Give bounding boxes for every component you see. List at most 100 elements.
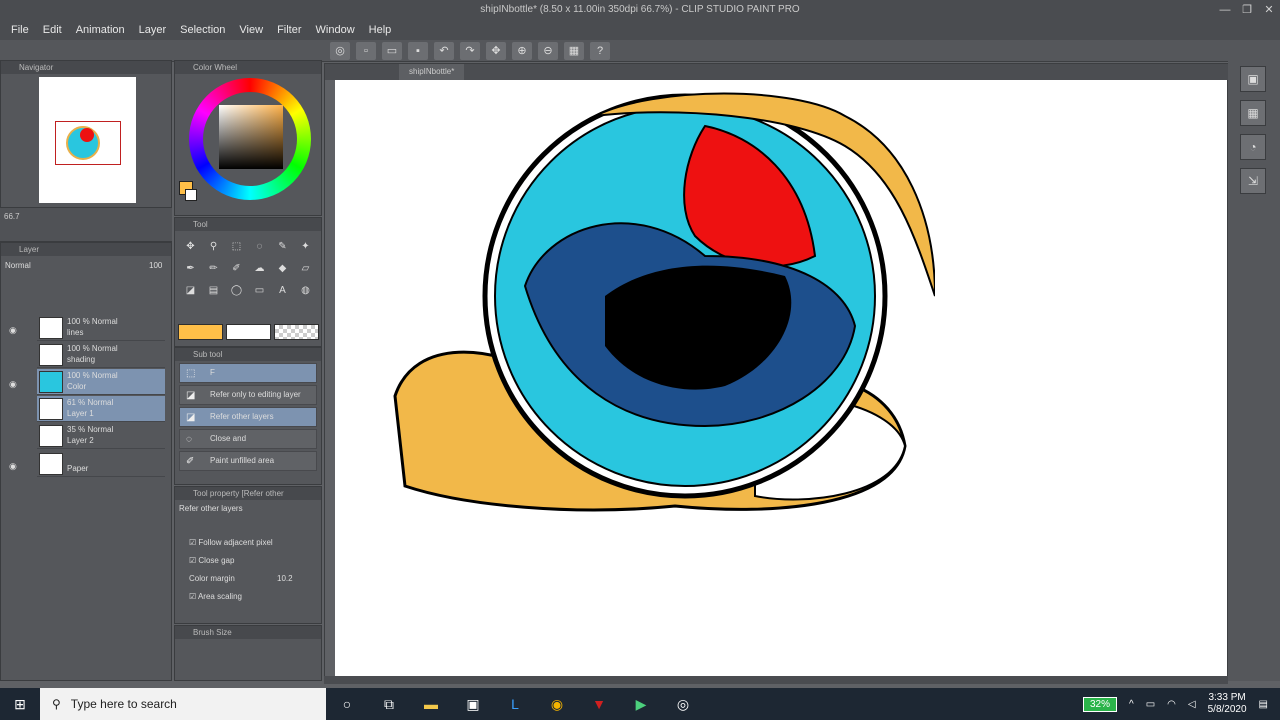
eyedropper-icon[interactable]: ✎ — [273, 238, 292, 256]
help-icon[interactable]: ? — [590, 42, 610, 60]
file-explorer-icon[interactable]: ▬ — [410, 688, 452, 720]
main-color-chip[interactable] — [178, 324, 223, 340]
menu-help[interactable]: Help — [362, 24, 399, 36]
subtool-item-close-and-fill[interactable]: ◌ Close and — [179, 429, 317, 449]
navigator-preview[interactable] — [39, 77, 136, 203]
close-button[interactable]: ✕ — [1258, 0, 1280, 20]
area-scaling-checkbox[interactable]: ☑ Area scaling — [175, 588, 321, 606]
figure-icon[interactable]: ◯ — [227, 282, 246, 300]
task-view-icon[interactable]: ⧉ — [368, 688, 410, 720]
chevron-up-icon[interactable]: ^ — [1129, 699, 1134, 710]
transform-icon[interactable]: ✥ — [486, 42, 506, 60]
minimize-button[interactable]: — — [1214, 0, 1236, 20]
grid-icon[interactable]: ▦ — [564, 42, 584, 60]
volume-icon[interactable]: ◁ — [1188, 699, 1196, 710]
tool-property-panel: Tool property [Refer other Refer other l… — [174, 486, 322, 624]
window-title: shipINbottle* (8.50 x 11.00in 350dpi 66.… — [480, 4, 800, 15]
lasso-icon[interactable]: ◌ — [250, 238, 269, 256]
menu-layer[interactable]: Layer — [132, 24, 174, 36]
layer-row-shading[interactable]: 100 % Normal shading — [37, 342, 165, 368]
layer-row-layer1[interactable]: 61 % Normal Layer 1 — [37, 396, 165, 422]
open-folder-icon[interactable]: ▭ — [382, 42, 402, 60]
menu-animation[interactable]: Animation — [69, 24, 132, 36]
layer-row-color[interactable]: 100 % Normal Color — [37, 369, 165, 395]
layer-row-paper[interactable]: Paper — [37, 451, 165, 477]
color-margin-slider[interactable]: Color margin 10.2 — [175, 570, 321, 588]
eraser-icon[interactable]: ▱ — [296, 260, 315, 278]
menu-filter[interactable]: Filter — [270, 24, 308, 36]
menu-window[interactable]: Window — [309, 24, 362, 36]
transparent-chip[interactable] — [274, 324, 319, 340]
canvas-tab[interactable]: shipINbottle* — [399, 64, 465, 80]
maximize-button[interactable]: ❐ — [1236, 0, 1258, 20]
cortana-icon[interactable]: ○ — [326, 688, 368, 720]
navigator-zoom-value: 66.7 — [4, 212, 20, 221]
menu-view[interactable]: View — [232, 24, 270, 36]
gradient-icon[interactable]: ▤ — [204, 282, 223, 300]
color-wheel-title: Color Wheel — [175, 61, 321, 74]
saturation-value-square[interactable] — [219, 105, 283, 169]
subtool-item-fill[interactable]: ⬚ F — [179, 363, 317, 383]
airbrush-icon[interactable]: ☁ — [250, 260, 269, 278]
layer-row-lines[interactable]: 100 % Normal lines — [37, 315, 165, 341]
brush-icon[interactable]: ✐ — [227, 260, 246, 278]
frame-icon[interactable]: ▭ — [250, 282, 269, 300]
history-dock-icon[interactable]: ◔ — [1240, 134, 1266, 160]
taskbar-search[interactable]: ⚲ Type here to search — [40, 688, 326, 720]
media-icon[interactable]: ▶ — [620, 688, 662, 720]
close-fill-icon: ◌ — [186, 434, 192, 445]
visibility-eye-icon[interactable]: ◉ — [9, 379, 17, 390]
balloon-icon[interactable]: ◍ — [296, 282, 315, 300]
redo-icon[interactable]: ↷ — [460, 42, 480, 60]
pen-icon[interactable]: ✒ — [181, 260, 200, 278]
close-gap-checkbox[interactable]: ☑ Close gap — [175, 552, 321, 570]
color-wheel-panel: Color Wheel — [174, 60, 322, 216]
auto-select-icon[interactable]: ✦ — [296, 238, 315, 256]
app-l-icon[interactable]: L — [494, 688, 536, 720]
menu-file[interactable]: File — [4, 24, 36, 36]
text-icon[interactable]: A — [273, 282, 292, 300]
blend-mode-select[interactable]: Normal — [5, 261, 31, 270]
store-icon[interactable]: ▣ — [452, 688, 494, 720]
notifications-icon[interactable]: ▤ — [1259, 699, 1268, 710]
zoom-icon[interactable]: ⚲ — [204, 238, 223, 256]
subtool-item-refer-editing[interactable]: ◪ Refer only to editing layer — [179, 385, 317, 405]
blend-icon[interactable]: ◆ — [273, 260, 292, 278]
material-dock-icon[interactable]: ▦ — [1240, 100, 1266, 126]
fill-icon[interactable]: ◪ — [181, 282, 200, 300]
sub-color-chip[interactable] — [226, 324, 271, 340]
clip-icon[interactable]: ◎ — [330, 42, 350, 60]
brush-stroke-icon: ✐ — [186, 456, 195, 467]
pin-dock-icon[interactable]: ⇲ — [1240, 168, 1266, 194]
menu-selection[interactable]: Selection — [173, 24, 232, 36]
mcafee-icon[interactable]: ▼ — [578, 688, 620, 720]
zoom-out-icon[interactable]: ⊖ — [538, 42, 558, 60]
move-icon[interactable]: ✥ — [181, 238, 200, 256]
sub-color-swatch[interactable] — [185, 189, 197, 201]
clip-studio-icon[interactable]: ◎ — [662, 688, 704, 720]
layer-thumbnail — [39, 344, 63, 366]
zoom-in-icon[interactable]: ⊕ — [512, 42, 532, 60]
layer-thumbnail — [39, 453, 63, 475]
subtool-item-paint-unfilled[interactable]: ✐ Paint unfilled area — [179, 451, 317, 471]
new-file-icon[interactable]: ▫ — [356, 42, 376, 60]
opacity-value[interactable]: 100 — [149, 261, 162, 270]
network-icon[interactable]: ▭ — [1146, 699, 1155, 710]
visibility-eye-icon[interactable]: ◉ — [9, 461, 17, 472]
pencil-icon[interactable]: ✏ — [204, 260, 223, 278]
save-icon[interactable]: ▪ — [408, 42, 428, 60]
menu-edit[interactable]: Edit — [36, 24, 69, 36]
undo-icon[interactable]: ↶ — [434, 42, 454, 60]
windows-start-icon[interactable]: ⊞ — [0, 688, 40, 720]
follow-adjacent-checkbox[interactable]: ☑ Follow adjacent pixel — [175, 534, 321, 552]
clock[interactable]: 3:33 PM 5/8/2020 — [1208, 692, 1247, 716]
chrome-icon[interactable]: ◉ — [536, 688, 578, 720]
wifi-icon[interactable]: ◠ — [1167, 699, 1176, 710]
selection-icon[interactable]: ⬚ — [227, 238, 246, 256]
visibility-eye-icon[interactable]: ◉ — [9, 325, 17, 336]
subtool-item-refer-other[interactable]: ◪ Refer other layers — [179, 407, 317, 427]
battery-indicator[interactable]: 32% — [1083, 696, 1118, 712]
navigator-dock-icon[interactable]: ▣ — [1240, 66, 1266, 92]
canvas-area[interactable]: shipINbottle* — [324, 63, 1229, 682]
layer-row-layer2[interactable]: 35 % Normal Layer 2 — [37, 423, 165, 449]
